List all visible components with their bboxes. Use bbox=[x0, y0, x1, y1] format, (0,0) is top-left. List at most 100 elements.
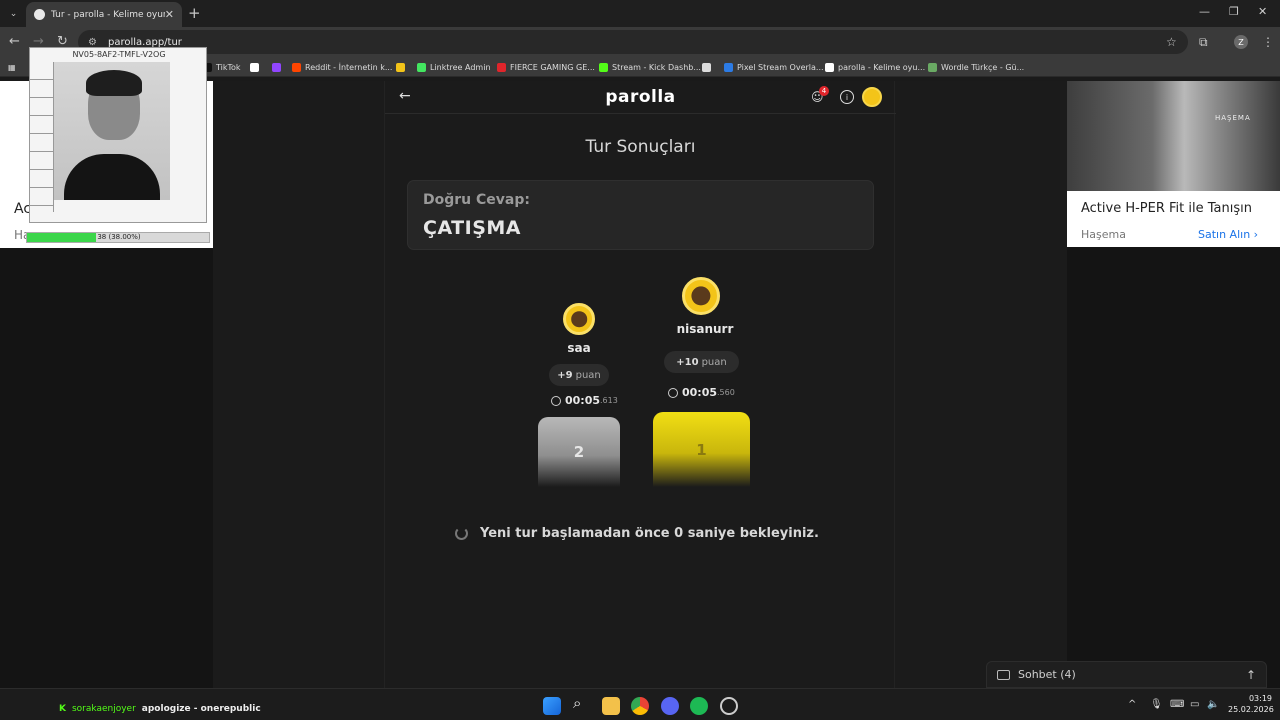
bookmark-label: parolla - Kelime oyu... bbox=[838, 62, 926, 72]
webcam-overlay: NV05-8AF2-TMFL-V2OG bbox=[29, 47, 207, 223]
system-clock[interactable]: 03:19 25.02.2026 bbox=[1228, 693, 1274, 715]
chat-toggle[interactable]: Sohbet (4) ↑ bbox=[986, 661, 1267, 688]
bookmark-6[interactable]: FIERCE GAMING GE... bbox=[497, 60, 595, 74]
id-photo bbox=[54, 62, 170, 200]
bookmark-label: TikTok bbox=[216, 62, 241, 72]
apps-grid-icon[interactable]: ▦ bbox=[8, 60, 16, 74]
clock-icon bbox=[668, 387, 678, 398]
podium-second: 2 bbox=[538, 417, 620, 487]
app-header: ← parolla ☺ 4 i bbox=[385, 81, 896, 114]
extensions-icon[interactable]: ⧉ bbox=[1199, 35, 1208, 50]
start-windows-icon[interactable] bbox=[543, 697, 561, 715]
parolla-favicon-icon bbox=[34, 9, 45, 20]
cam-id-text: NV05-8AF2-TMFL-V2OG bbox=[72, 50, 166, 59]
now-playing-user: sorakaenjoyer bbox=[71, 704, 136, 714]
tab-title: Tur - parolla - Kelime oyunu bbox=[51, 9, 165, 20]
bookmark-favicon-icon bbox=[928, 62, 937, 72]
bookmark-11[interactable]: Wordle Türkçe - Gü... bbox=[928, 60, 1024, 74]
site-info-icon[interactable]: ⚙ bbox=[88, 37, 100, 48]
bookmark-2[interactable] bbox=[272, 60, 285, 74]
app-icon[interactable] bbox=[720, 697, 738, 715]
bookmark-label: Linktree Admin bbox=[430, 62, 491, 72]
close-window-icon[interactable]: ✕ bbox=[1258, 5, 1267, 18]
discord-icon[interactable] bbox=[661, 697, 679, 715]
tray-chevron-icon[interactable]: ^ bbox=[1128, 699, 1136, 710]
clock-time: 03:19 bbox=[1248, 694, 1272, 703]
twitch-icon bbox=[272, 62, 281, 72]
snapchat-icon bbox=[396, 62, 405, 72]
microphone-icon[interactable]: 🎙 bbox=[1150, 699, 1163, 710]
volume-icon[interactable]: 🔈 bbox=[1207, 699, 1219, 710]
now-playing-song: apologize - onerepublic bbox=[141, 704, 261, 714]
player-avatar-first bbox=[682, 277, 720, 315]
close-tab-icon[interactable]: ✕ bbox=[165, 8, 174, 21]
new-tab-button[interactable]: + bbox=[188, 4, 201, 22]
spotify-icon[interactable] bbox=[690, 697, 708, 715]
taskbar: K sorakaenjoyer apologize - onerepublic … bbox=[0, 688, 1280, 720]
ad-brand: HAŞEMA bbox=[1215, 114, 1251, 122]
ad-cta-button[interactable]: Satın Alın › bbox=[1198, 228, 1258, 241]
info-icon[interactable]: i bbox=[840, 90, 854, 104]
browser-tab[interactable]: Tur - parolla - Kelime oyunu ✕ bbox=[26, 2, 182, 27]
ad-advertiser: Haşema bbox=[1081, 228, 1126, 241]
chat-label: Sohbet (4) bbox=[1018, 668, 1076, 681]
bookmark-4[interactable] bbox=[396, 60, 409, 74]
kick-icon: K bbox=[59, 704, 66, 714]
player-avatar-second bbox=[563, 303, 595, 335]
address-bar[interactable]: ⚙ parolla.app/tur bbox=[78, 30, 1188, 54]
minimize-icon[interactable]: — bbox=[1199, 5, 1210, 18]
points-pill-first: +10 puan bbox=[664, 351, 739, 373]
bookmark-label: Wordle Türkçe - Gü... bbox=[941, 62, 1025, 72]
time-first: 00:05.560 bbox=[668, 386, 735, 399]
correct-answer-card: Doğru Cevap: ÇATIŞMA bbox=[407, 180, 874, 250]
bookmark-label: FIERCE GAMING GE... bbox=[510, 62, 595, 72]
podium-first: 1 bbox=[653, 412, 750, 487]
player-name-first: nisanurr bbox=[676, 322, 734, 336]
bookmark-3[interactable]: Reddit - İnternetin k... bbox=[292, 60, 392, 74]
tab-strip: ⌄ Tur - parolla - Kelime oyunu ✕ + — ❐ ✕ bbox=[0, 0, 1280, 27]
bookmark-label: Reddit - İnternetin k... bbox=[305, 62, 393, 72]
player-name-second: saa bbox=[567, 341, 591, 355]
network-icon[interactable]: ▭ bbox=[1190, 699, 1199, 710]
round-results-title: Tur Sonuçları bbox=[585, 137, 696, 157]
time-second: 00:05.613 bbox=[551, 394, 618, 407]
file-explorer-icon[interactable] bbox=[602, 697, 620, 715]
bookmark-8[interactable] bbox=[702, 60, 715, 74]
clock-icon bbox=[551, 395, 561, 406]
search-icon[interactable]: ⌕ bbox=[573, 694, 591, 712]
bookmark-favicon-icon bbox=[292, 62, 301, 72]
bookmark-0[interactable]: TikTok bbox=[203, 60, 241, 74]
url-text: parolla.app/tur bbox=[108, 36, 182, 48]
online-count-badge: 4 bbox=[819, 86, 829, 96]
bookmark-favicon-icon bbox=[724, 62, 733, 72]
bookmark-5[interactable]: Linktree Admin bbox=[417, 60, 491, 74]
x-logo-icon bbox=[250, 62, 259, 72]
chat-icon bbox=[997, 669, 1010, 680]
bookmark-star-icon[interactable]: ☆ bbox=[1166, 35, 1177, 49]
progress-label: 38 (38.00%) bbox=[97, 233, 141, 241]
bookmark-favicon-icon bbox=[417, 62, 426, 72]
ad-image bbox=[1067, 81, 1280, 191]
next-round-wait-message: Yeni tur başlamadan önce 0 saniye bekley… bbox=[455, 526, 835, 541]
tab-search-button[interactable]: ⌄ bbox=[5, 5, 22, 22]
profile-avatar[interactable]: Z bbox=[1234, 35, 1248, 49]
bookmark-10[interactable]: parolla - Kelime oyu... bbox=[825, 60, 925, 74]
chrome-icon[interactable] bbox=[631, 697, 649, 715]
bookmark-7[interactable]: Stream - Kick Dashb... bbox=[599, 60, 701, 74]
bookmark-9[interactable]: Pixel Stream Overla... bbox=[724, 60, 824, 74]
bookmark-1[interactable] bbox=[250, 60, 263, 74]
keyboard-icon[interactable]: ⌨ bbox=[1170, 699, 1184, 710]
restore-icon[interactable]: ❐ bbox=[1229, 5, 1239, 18]
bookmark-favicon-icon bbox=[825, 62, 834, 72]
correct-answer-label: Doğru Cevap: bbox=[423, 192, 530, 208]
menu-kebab-icon[interactable]: ⋮ bbox=[1262, 35, 1274, 49]
back-icon[interactable]: ← bbox=[9, 34, 20, 49]
bookmark-favicon-icon bbox=[497, 62, 506, 72]
points-pill-second: +9 puan bbox=[549, 364, 609, 386]
clock-date: 25.02.2026 bbox=[1228, 705, 1274, 714]
ad-title: Active H-PER Fit ile Tanışın bbox=[1081, 201, 1252, 216]
bookmark-label: Pixel Stream Overla... bbox=[737, 62, 824, 72]
form-lines bbox=[30, 62, 54, 212]
user-avatar[interactable] bbox=[862, 87, 882, 107]
right-ad[interactable]: HAŞEMA Active H-PER Fit ile Tanışın Haşe… bbox=[1067, 81, 1280, 247]
